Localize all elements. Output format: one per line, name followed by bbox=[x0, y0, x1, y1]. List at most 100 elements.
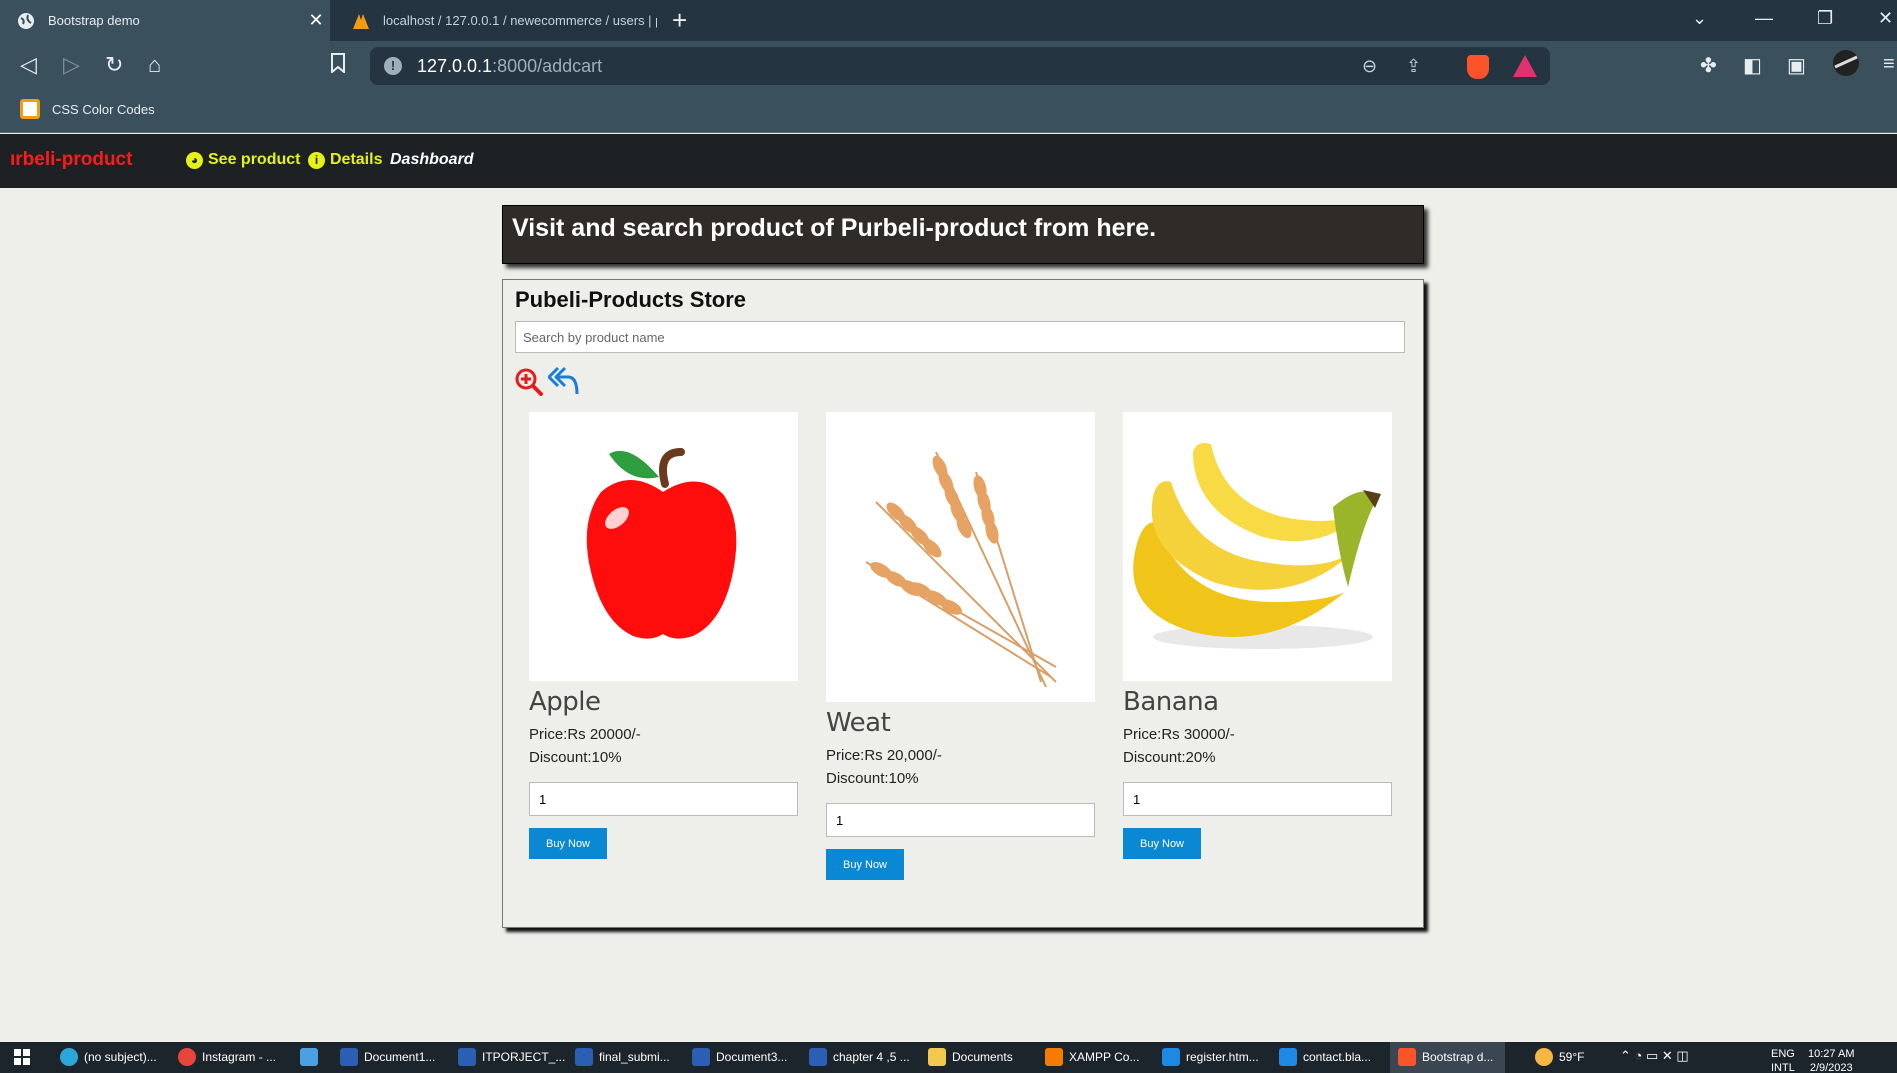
page-banner: Visit and search product of Purbeli-prod… bbox=[502, 205, 1424, 264]
product-card-weat: Weat Price:Rs 20,000/- Discount:10% Buy … bbox=[826, 412, 1095, 880]
quantity-input[interactable] bbox=[529, 782, 798, 816]
tab-list-chevron-icon[interactable]: ⌄ bbox=[1692, 8, 1707, 29]
product-discount: Discount:20% bbox=[1123, 749, 1216, 766]
weather-icon bbox=[1535, 1048, 1553, 1066]
globe-icon bbox=[16, 11, 36, 31]
nav-details[interactable]: i Details bbox=[308, 151, 382, 169]
product-discount: Discount:10% bbox=[529, 749, 622, 766]
banner-heading: Visit and search product of Purbeli-prod… bbox=[512, 214, 1157, 242]
bookmarks-bar: CSS Color Codes bbox=[0, 91, 1897, 133]
site-info-icon[interactable]: ! bbox=[384, 57, 402, 75]
nav-label: See product bbox=[208, 151, 301, 168]
brave-shield-icon[interactable] bbox=[1467, 55, 1489, 79]
store-title: Pubeli-Products Store bbox=[515, 287, 747, 312]
taskbar-item-word-1[interactable]: Document1... bbox=[340, 1048, 435, 1066]
tray-icons[interactable]: ⌃ ◔ ▭ ✕ ◫ bbox=[1620, 1048, 1689, 1064]
product-name: Apple bbox=[529, 687, 601, 717]
chrome-icon bbox=[178, 1048, 196, 1066]
sidebar-icon[interactable]: ◧ bbox=[1743, 53, 1762, 78]
reply-all-icon[interactable] bbox=[547, 366, 580, 401]
word-icon bbox=[809, 1048, 827, 1066]
store-panel: Pubeli-Products Store Apple Price:Rs 200… bbox=[502, 279, 1424, 928]
restore-button[interactable]: ❐ bbox=[1817, 8, 1833, 29]
nav-dashboard[interactable]: Dashboard bbox=[390, 151, 474, 169]
close-tab-icon[interactable]: ✕ bbox=[302, 10, 330, 31]
product-name: Weat bbox=[826, 708, 891, 738]
address-bar[interactable]: ! 127.0.0.1:8000/addcart ⊖ ⇪ bbox=[370, 47, 1550, 85]
taskbar-item-edge[interactable]: (no subject)... bbox=[60, 1048, 157, 1066]
url-text: 127.0.0.1:8000/addcart bbox=[417, 56, 603, 76]
taskbar-item-xampp[interactable]: XAMPP Co... bbox=[1045, 1048, 1139, 1066]
brave-rewards-icon[interactable] bbox=[1513, 55, 1537, 77]
share-icon[interactable]: ⇪ bbox=[1406, 56, 1421, 77]
brand-logo[interactable]: ırbeli-product bbox=[10, 149, 132, 171]
css-color-codes-icon bbox=[20, 99, 40, 119]
taskbar-item-laptop[interactable] bbox=[300, 1048, 324, 1066]
word-icon bbox=[575, 1048, 593, 1066]
wallet-icon[interactable]: ▣ bbox=[1787, 53, 1806, 78]
tab-title: localhost / 127.0.0.1 / newecommerce / u… bbox=[383, 13, 657, 28]
site-navbar: ırbeli-product ◕ See product i Details D… bbox=[0, 134, 1897, 188]
quantity-input[interactable] bbox=[826, 803, 1095, 837]
bookmark-css-color-codes[interactable]: CSS Color Codes bbox=[20, 99, 155, 119]
taskbar-item-brave[interactable]: Bootstrap d... bbox=[1398, 1048, 1493, 1066]
folder-icon bbox=[928, 1048, 946, 1066]
quantity-input[interactable] bbox=[1123, 782, 1392, 816]
bookmark-icon[interactable] bbox=[330, 53, 346, 78]
product-discount: Discount:10% bbox=[826, 770, 919, 787]
reload-icon[interactable]: ↻ bbox=[105, 53, 123, 77]
buy-now-button[interactable]: Buy Now bbox=[529, 828, 607, 859]
tab-title: Bootstrap demo bbox=[48, 13, 140, 28]
product-card-banana: Banana Price:Rs 30000/- Discount:20% Buy… bbox=[1123, 412, 1392, 859]
zoom-in-search-icon[interactable] bbox=[515, 368, 543, 401]
word-icon bbox=[340, 1048, 358, 1066]
product-price: Price:Rs 20,000/- bbox=[826, 747, 942, 764]
vscode-icon bbox=[1162, 1048, 1180, 1066]
taskbar-item-vscode-1[interactable]: register.htm... bbox=[1162, 1048, 1259, 1066]
product-price: Price:Rs 20000/- bbox=[529, 726, 641, 743]
edge-icon bbox=[60, 1048, 78, 1066]
word-icon bbox=[458, 1048, 476, 1066]
tab-phpmyadmin[interactable]: localhost / 127.0.0.1 / newecommerce / u… bbox=[335, 0, 657, 41]
word-icon bbox=[692, 1048, 710, 1066]
taskbar-item-word-3[interactable]: final_submi... bbox=[575, 1048, 670, 1066]
buy-now-button[interactable]: Buy Now bbox=[826, 849, 904, 880]
new-tab-button[interactable]: + bbox=[672, 6, 687, 34]
apple-image bbox=[529, 412, 798, 681]
taskbar-item-word-2[interactable]: ITPORJECT_... bbox=[458, 1048, 565, 1066]
taskbar-item-word-5[interactable]: chapter 4 ,5 ... bbox=[809, 1048, 910, 1066]
wheat-image bbox=[826, 412, 1095, 702]
clock[interactable]: 10:27 AM 2/9/2023 bbox=[1808, 1047, 1854, 1073]
home-icon[interactable]: ⌂ bbox=[148, 53, 161, 77]
nav-label: Details bbox=[330, 151, 383, 168]
taskbar-item-chrome[interactable]: Instagram - ... bbox=[178, 1048, 276, 1066]
laptop-icon bbox=[300, 1048, 318, 1066]
search-input[interactable] bbox=[515, 321, 1405, 353]
phpmyadmin-icon bbox=[351, 11, 371, 31]
weather-widget[interactable]: 59°F bbox=[1535, 1048, 1584, 1066]
buy-now-button[interactable]: Buy Now bbox=[1123, 828, 1201, 859]
forward-icon[interactable]: ▷ bbox=[63, 53, 80, 77]
taskbar-item-documents[interactable]: Documents bbox=[928, 1048, 1013, 1066]
start-button[interactable] bbox=[14, 1049, 30, 1065]
close-window-button[interactable]: ✕ bbox=[1878, 8, 1893, 29]
menu-icon[interactable]: ≡ bbox=[1883, 53, 1895, 76]
bookmark-label: CSS Color Codes bbox=[52, 101, 155, 117]
product-price: Price:Rs 30000/- bbox=[1123, 726, 1235, 743]
taskbar-item-word-4[interactable]: Document3... bbox=[692, 1048, 787, 1066]
extensions-icon[interactable]: ✤ bbox=[1700, 53, 1717, 78]
product-name: Banana bbox=[1123, 687, 1219, 717]
product-card-apple: Apple Price:Rs 20000/- Discount:10% Buy … bbox=[529, 412, 798, 859]
language-indicator[interactable]: ENG INTL bbox=[1771, 1047, 1795, 1073]
brave-icon bbox=[1398, 1048, 1416, 1066]
pie-chart-icon: ◕ bbox=[186, 151, 203, 169]
tab-bootstrap-demo[interactable]: Bootstrap demo ✕ bbox=[0, 0, 330, 41]
back-icon[interactable]: ◁ bbox=[20, 53, 37, 77]
xampp-icon bbox=[1045, 1048, 1063, 1066]
taskbar-item-vscode-2[interactable]: contact.bla... bbox=[1279, 1048, 1371, 1066]
profile-avatar[interactable] bbox=[1832, 49, 1860, 83]
info-icon: i bbox=[308, 151, 325, 169]
nav-see-product[interactable]: ◕ See product bbox=[186, 151, 300, 169]
minimize-button[interactable]: — bbox=[1755, 8, 1773, 29]
zoom-icon[interactable]: ⊖ bbox=[1362, 56, 1377, 77]
